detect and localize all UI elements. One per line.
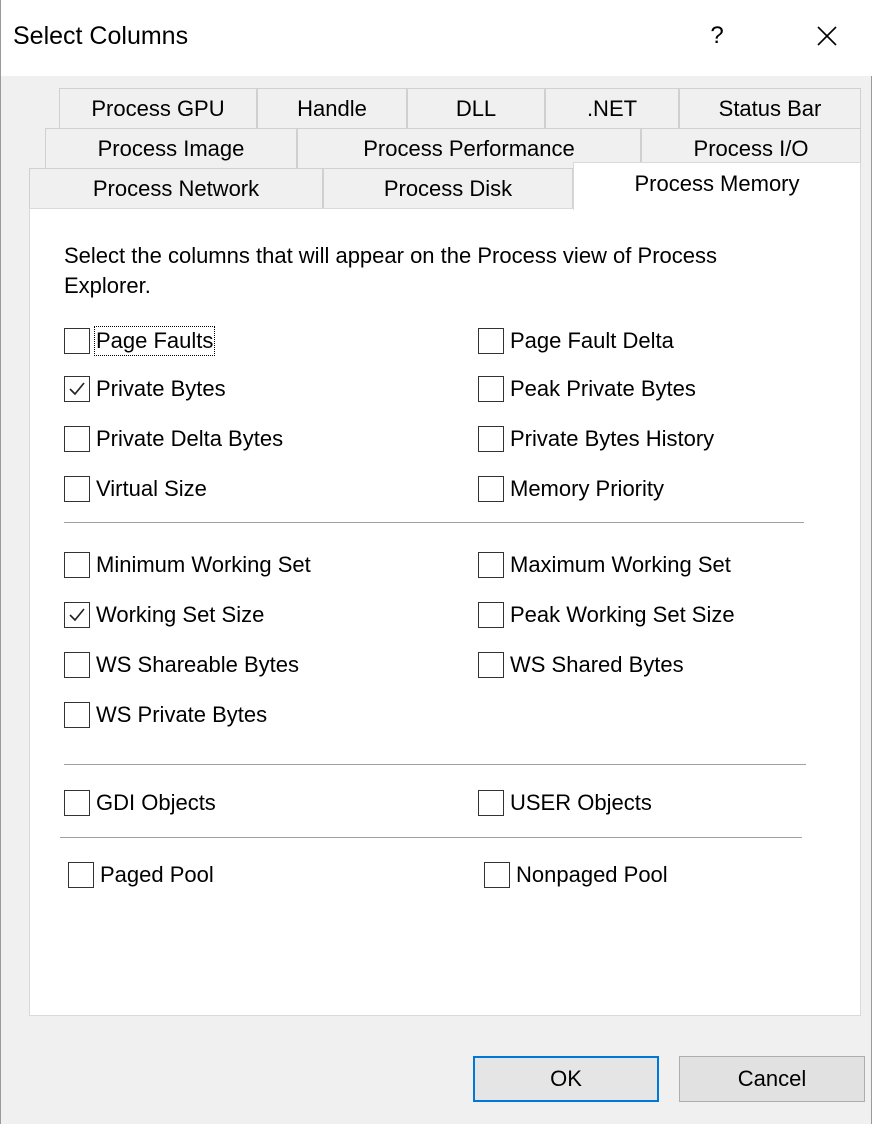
checkbox-box[interactable] (64, 426, 90, 452)
checkbox-label: Nonpaged Pool (516, 862, 668, 887)
checkbox-label: Peak Private Bytes (510, 376, 696, 401)
checkbox-page-fault-delta[interactable]: Page Fault Delta (478, 325, 674, 357)
checkbox-user-objects[interactable]: USER Objects (478, 787, 652, 819)
tab-process-disk[interactable]: Process Disk (323, 168, 573, 208)
tab-dotnet[interactable]: .NET (545, 88, 679, 128)
checkbox-label: Page Fault Delta (510, 328, 674, 353)
checkbox-ws-shared-bytes[interactable]: WS Shared Bytes (478, 649, 684, 681)
checkbox-maximum-working-set[interactable]: Maximum Working Set (478, 549, 731, 581)
checkbox-label: Private Bytes (96, 376, 226, 401)
checkbox-label: Virtual Size (96, 476, 207, 501)
checkbox-box[interactable] (484, 862, 510, 888)
checkbox-label: Maximum Working Set (510, 552, 731, 577)
checkbox-label: USER Objects (510, 790, 652, 815)
checkbox-peak-working-set-size[interactable]: Peak Working Set Size (478, 599, 735, 631)
checkmark-icon (69, 608, 85, 622)
checkbox-box[interactable] (64, 602, 90, 628)
checkbox-label: Minimum Working Set (96, 552, 311, 577)
checkbox-page-faults[interactable]: Page Faults (64, 325, 216, 357)
checkbox-box[interactable] (478, 552, 504, 578)
checkbox-box[interactable] (478, 652, 504, 678)
checkbox-box[interactable] (64, 328, 90, 354)
checkbox-ws-private-bytes[interactable]: WS Private Bytes (64, 699, 267, 731)
checkbox-label: Private Bytes History (510, 426, 715, 451)
tab-process-image[interactable]: Process Image (45, 128, 297, 168)
checkbox-box[interactable] (478, 602, 504, 628)
checkbox-label: GDI Objects (96, 790, 216, 815)
checkbox-virtual-size[interactable]: Virtual Size (64, 473, 207, 505)
checkbox-label: Peak Working Set Size (510, 602, 735, 627)
checkbox-memory-priority[interactable]: Memory Priority (478, 473, 664, 505)
checkbox-box[interactable] (478, 376, 504, 402)
checkbox-label: Page Faults (93, 326, 216, 356)
checkbox-working-set-size[interactable]: Working Set Size (64, 599, 264, 631)
checkbox-minimum-working-set[interactable]: Minimum Working Set (64, 549, 311, 581)
checkbox-box[interactable] (478, 426, 504, 452)
select-columns-dialog: Select Columns ? Process GPU Handle DLL … (0, 0, 872, 1124)
title-bar: Select Columns ? (1, 0, 872, 76)
checkbox-label: WS Shareable Bytes (96, 652, 299, 677)
help-button[interactable]: ? (691, 10, 743, 62)
panel-description: Select the columns that will appear on t… (64, 243, 717, 298)
tab-process-memory[interactable]: Process Memory (573, 162, 861, 210)
separator (64, 764, 806, 765)
checkbox-box[interactable] (64, 702, 90, 728)
checkbox-label: Paged Pool (100, 862, 214, 887)
checkbox-label: Working Set Size (96, 602, 265, 627)
ok-button[interactable]: OK (473, 1056, 659, 1102)
checkbox-ws-shareable-bytes[interactable]: WS Shareable Bytes (64, 649, 299, 681)
separator (60, 837, 802, 838)
checkbox-box[interactable] (64, 552, 90, 578)
tab-panel-process-memory: Select the columns that will appear on t… (29, 208, 861, 1016)
checkbox-label: Memory Priority (510, 476, 665, 501)
checkbox-nonpaged-pool[interactable]: Nonpaged Pool (484, 859, 668, 891)
tab-handle[interactable]: Handle (257, 88, 407, 128)
checkbox-box[interactable] (478, 790, 504, 816)
checkbox-box[interactable] (64, 652, 90, 678)
checkbox-private-bytes[interactable]: Private Bytes (64, 373, 226, 405)
checkbox-paged-pool[interactable]: Paged Pool (68, 859, 214, 891)
checkbox-box[interactable] (478, 328, 504, 354)
tab-process-gpu[interactable]: Process GPU (59, 88, 257, 128)
close-button[interactable] (801, 10, 853, 62)
checkbox-label: WS Private Bytes (96, 702, 268, 727)
close-icon (817, 26, 837, 46)
checkbox-label: Private Delta Bytes (96, 426, 284, 451)
cancel-button[interactable]: Cancel (679, 1056, 865, 1102)
separator (64, 522, 804, 523)
dialog-title: Select Columns (13, 22, 189, 50)
checkbox-label: WS Shared Bytes (510, 652, 684, 677)
checkbox-box[interactable] (64, 376, 90, 402)
tab-process-network[interactable]: Process Network (29, 168, 323, 208)
checkbox-peak-private-bytes[interactable]: Peak Private Bytes (478, 373, 696, 405)
checkbox-box[interactable] (64, 790, 90, 816)
tab-status-bar[interactable]: Status Bar (679, 88, 861, 128)
checkbox-box[interactable] (64, 476, 90, 502)
checkbox-private-delta-bytes[interactable]: Private Delta Bytes (64, 423, 283, 455)
checkbox-gdi-objects[interactable]: GDI Objects (64, 787, 216, 819)
checkbox-box[interactable] (478, 476, 504, 502)
checkbox-box[interactable] (68, 862, 94, 888)
checkbox-private-bytes-history[interactable]: Private Bytes History (478, 423, 714, 455)
checkmark-icon (69, 382, 85, 396)
tab-dll[interactable]: DLL (407, 88, 545, 128)
